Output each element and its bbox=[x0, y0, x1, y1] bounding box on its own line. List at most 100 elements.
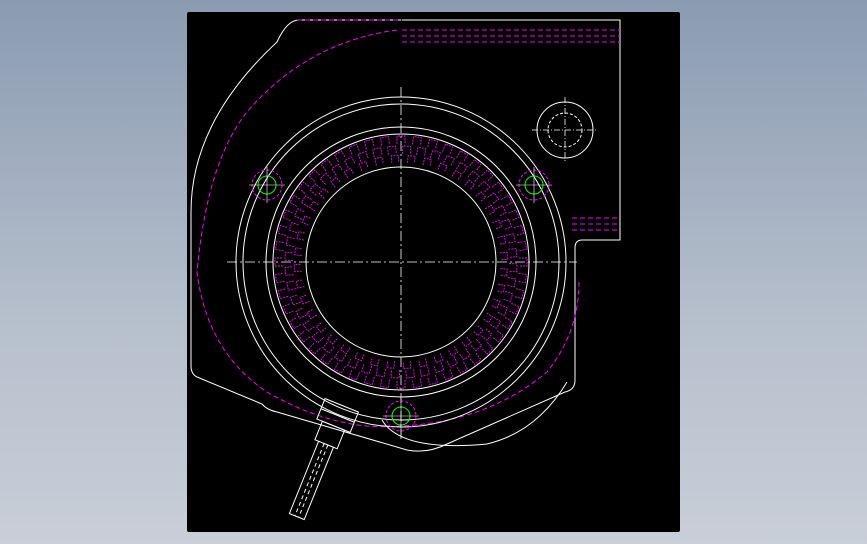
ring-slot bbox=[487, 192, 500, 205]
ring-slot bbox=[374, 156, 384, 166]
ring-slot bbox=[475, 191, 487, 203]
ring-slot bbox=[442, 143, 454, 155]
ring-slot bbox=[482, 312, 494, 324]
ring-slot bbox=[490, 298, 501, 309]
ring-slot bbox=[517, 272, 527, 283]
ring-slot bbox=[499, 268, 508, 277]
ring-slot bbox=[284, 251, 294, 262]
cad-drawing bbox=[190, 19, 621, 521]
ring-slot bbox=[311, 331, 324, 344]
ring-slot bbox=[275, 241, 285, 252]
ring-slot bbox=[343, 167, 355, 179]
ring-slot bbox=[508, 209, 520, 221]
ring-slot bbox=[375, 367, 386, 378]
ring-slot bbox=[422, 157, 433, 167]
ring-slot bbox=[363, 374, 375, 386]
centerlines bbox=[227, 87, 577, 442]
ring-slot bbox=[326, 333, 338, 345]
ring-slot bbox=[497, 235, 507, 245]
ring-slot bbox=[347, 357, 359, 370]
ring-slot bbox=[275, 272, 285, 283]
ring-slot bbox=[318, 187, 330, 199]
ring-slot bbox=[363, 138, 375, 150]
ring-slot bbox=[277, 224, 289, 236]
ring-slot bbox=[464, 179, 476, 191]
ring-slot bbox=[343, 156, 356, 168]
ring-slot bbox=[458, 348, 471, 361]
top-channel-hidden bbox=[297, 19, 620, 231]
ring-slot bbox=[380, 136, 391, 146]
ring-slot bbox=[339, 343, 351, 355]
ring-slot bbox=[401, 145, 412, 155]
ring-slot bbox=[405, 369, 415, 379]
ring-slot bbox=[517, 241, 527, 252]
ring-slot bbox=[390, 369, 401, 379]
ring-slot bbox=[386, 360, 395, 369]
ring-slot bbox=[407, 155, 416, 164]
ring-slot bbox=[354, 351, 365, 362]
ring-slot bbox=[508, 262, 518, 273]
ring-slot bbox=[451, 169, 463, 181]
ring-slot bbox=[301, 215, 312, 226]
ring-slot bbox=[306, 308, 318, 320]
ring-slot bbox=[513, 288, 525, 300]
ring-slot bbox=[315, 321, 327, 333]
ring-slot bbox=[284, 266, 294, 276]
ring-slot bbox=[470, 339, 483, 352]
ring-slot bbox=[302, 319, 315, 332]
mounting-hole-left bbox=[249, 167, 285, 203]
ring-slot bbox=[286, 280, 297, 291]
ring-slot bbox=[380, 378, 391, 388]
ring-slot bbox=[416, 146, 427, 157]
ring-slot bbox=[333, 361, 346, 374]
ring-slot bbox=[427, 138, 439, 150]
ring-slot bbox=[319, 172, 332, 185]
ring-slot bbox=[500, 251, 509, 261]
housing-outline bbox=[190, 19, 621, 452]
ring-slot bbox=[411, 378, 422, 388]
ring-slot bbox=[372, 147, 383, 158]
ring-slot bbox=[502, 290, 514, 302]
ring-slot bbox=[295, 279, 305, 289]
ring-slot bbox=[293, 263, 302, 273]
ring-slot bbox=[289, 194, 302, 207]
ring-slot bbox=[496, 304, 509, 316]
ring-slot bbox=[433, 362, 445, 374]
ring-slot bbox=[513, 224, 525, 236]
ring-slot bbox=[456, 150, 469, 163]
ring-slot bbox=[289, 317, 302, 330]
mounting-hole-right bbox=[516, 167, 552, 203]
ring-slot bbox=[369, 357, 380, 367]
ring-slot bbox=[501, 218, 513, 230]
ring-slot bbox=[506, 277, 517, 288]
ring-slot bbox=[402, 361, 412, 370]
ring-slot bbox=[472, 325, 484, 337]
ring-slot bbox=[348, 369, 360, 381]
ring-slot bbox=[433, 353, 444, 364]
ring-slot bbox=[478, 180, 491, 193]
ring-slot bbox=[484, 204, 496, 216]
ring-slot bbox=[361, 363, 373, 375]
ring-slot bbox=[299, 294, 310, 305]
ring-slot bbox=[508, 248, 518, 258]
ring-slot bbox=[282, 209, 294, 221]
cad-viewport[interactable] bbox=[187, 12, 680, 532]
ring-slot bbox=[505, 233, 516, 244]
ring-slot bbox=[331, 163, 344, 176]
ring-slot bbox=[282, 303, 294, 315]
ring-slot bbox=[411, 136, 422, 146]
ring-slot bbox=[508, 303, 520, 315]
ring-slot bbox=[294, 247, 303, 256]
ring-slot bbox=[330, 176, 342, 188]
ring-slot bbox=[429, 149, 441, 161]
ring-slot bbox=[495, 204, 507, 217]
ring-slot bbox=[348, 143, 360, 155]
ring-slot bbox=[390, 154, 400, 163]
ring-slot bbox=[442, 369, 454, 381]
ring-slot bbox=[293, 208, 306, 220]
ring-slot bbox=[295, 307, 307, 320]
ring-slot bbox=[418, 358, 428, 368]
ring-slot bbox=[308, 200, 320, 212]
ring-slot bbox=[333, 150, 346, 163]
ring-slot bbox=[285, 236, 296, 247]
